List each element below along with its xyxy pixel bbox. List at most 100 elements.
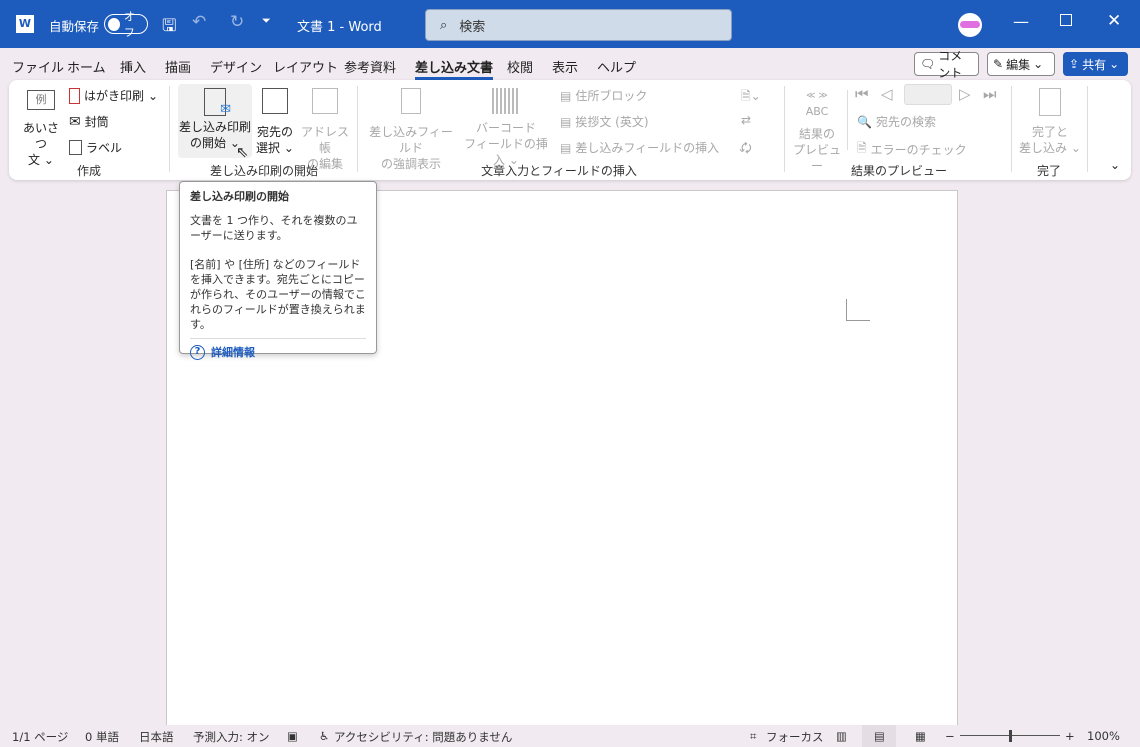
edit-mode-button[interactable]: ✎ 編集 ⌄ — [987, 52, 1055, 76]
page-count[interactable]: 1/1 ページ — [12, 729, 68, 745]
tab-design[interactable]: デザイン — [210, 57, 262, 76]
find-recipient-button[interactable]: 🔍 宛先の検索 — [857, 113, 936, 130]
find-icon: 🔍 — [857, 114, 872, 129]
collapse-ribbon-icon[interactable]: ⌄ — [1110, 158, 1120, 172]
start-label-2: の開始 — [190, 136, 227, 150]
first-record-icon[interactable]: ⏮ — [855, 85, 869, 103]
tab-view[interactable]: 表示 — [552, 57, 578, 76]
title-bar: W 自動保存 オフ 🖫 ↶ ↻ ⏷ 文書 1 - Word ⌕ 検索 — ✕ — [0, 0, 1140, 48]
zoom-out-icon[interactable]: − — [945, 729, 955, 743]
macro-icon[interactable]: ▣ — [287, 729, 298, 743]
greeting-icon: 例 — [27, 90, 55, 110]
zoom-level[interactable]: 100% — [1087, 729, 1120, 743]
customize-qat-icon[interactable]: ⏷ — [262, 14, 271, 28]
tab-home[interactable]: ホーム — [67, 57, 106, 76]
focus-mode[interactable]: フォーカス — [766, 729, 824, 745]
share-icon: ⇪ — [1069, 57, 1080, 71]
address-block-icon: ▤ — [560, 88, 572, 103]
preview-results-button[interactable]: ≪ ≫ ABC 結果の プレビュー — [789, 88, 845, 174]
mouse-cursor-icon: ⇖ — [236, 143, 249, 161]
address-block-button[interactable]: ▤ 住所ブロック — [560, 87, 647, 104]
print-layout-icon[interactable]: ▤ — [862, 725, 896, 747]
chevron-down-icon: ⌄ — [1033, 57, 1044, 71]
web-layout-icon[interactable]: ▦ — [915, 729, 926, 743]
envelope-button[interactable]: ✉ 封筒 — [69, 113, 109, 130]
tab-layout[interactable]: レイアウト — [273, 57, 338, 76]
minimize-icon[interactable]: — — [1013, 12, 1029, 31]
comment-button[interactable]: 🗨 コメント — [914, 49, 979, 80]
previous-record-icon[interactable]: ◁ — [881, 85, 893, 103]
avatar[interactable] — [958, 13, 982, 37]
learn-more-label: 詳細情報 — [211, 346, 255, 359]
last-record-icon[interactable]: ⏭ — [983, 85, 997, 103]
labels-button[interactable]: ラベル — [69, 139, 122, 156]
close-icon[interactable]: ✕ — [1107, 11, 1121, 31]
finish-merge-button[interactable]: 完了と 差し込み ⌄ — [1019, 88, 1081, 156]
greeting-label: あいさつ — [22, 121, 59, 151]
tab-review[interactable]: 校閲 — [507, 57, 533, 76]
autosave-toggle[interactable]: オフ — [104, 10, 148, 39]
edit-list-label: アドレス帳 — [300, 125, 349, 155]
ribbon: 例 あいさつ 文 ⌄ はがき印刷 ⌄ ✉ 封筒 ラベル 作成 ✉ 差し込み印刷 の… — [9, 80, 1131, 180]
share-label: 共有 — [1082, 57, 1107, 72]
preview-label-2: プレビュー — [792, 143, 841, 173]
save-icon[interactable]: 🖫 — [162, 13, 176, 42]
word-count[interactable]: 0 単語 — [85, 729, 119, 745]
group-label-create: 作成 — [76, 164, 101, 178]
labels-icon — [69, 140, 82, 155]
insert-field-label: 差し込みフィールドの挿入 — [575, 141, 720, 155]
zoom-in-icon[interactable]: + — [1065, 729, 1075, 743]
redo-icon[interactable]: ↻ — [230, 12, 244, 32]
language[interactable]: 日本語 — [139, 729, 174, 745]
barcode-label: バーコード — [475, 121, 536, 135]
highlight-fields-button[interactable]: 差し込みフィールド の強調表示 — [365, 88, 457, 172]
comment-icon: 🗨 — [920, 57, 936, 71]
greeting-line-button[interactable]: ▤ 挨拶文 (英文) — [560, 113, 649, 130]
search-placeholder: 検索 — [459, 19, 486, 35]
tab-draw[interactable]: 描画 — [165, 57, 191, 76]
barcode-button[interactable]: バーコード フィールドの挿入 ⌄ — [459, 88, 553, 168]
greeting-line-icon: ▤ — [560, 114, 572, 129]
recipients-icon — [262, 88, 288, 114]
share-button[interactable]: ⇪ 共有 ⌄ — [1063, 52, 1128, 76]
greeting-button[interactable]: 例 あいさつ 文 ⌄ — [19, 90, 63, 168]
greeting-label-2: 文 — [28, 153, 41, 167]
rules-icon[interactable]: 🗎⌄ — [741, 87, 761, 108]
help-icon: ? — [190, 345, 205, 360]
postcard-label: はがき印刷 — [84, 89, 145, 103]
finish-label-2: 差し込み — [1019, 141, 1068, 155]
finish-label: 完了と — [1031, 125, 1068, 139]
abc-icon: ABC — [805, 105, 829, 118]
search-icon: ⌕ — [440, 17, 448, 33]
check-errors-button[interactable]: 🗎 エラーのチェック — [857, 139, 967, 160]
undo-icon[interactable]: ↶ — [192, 12, 206, 32]
select-recipients-button[interactable]: 宛先の 選択 ⌄ — [254, 88, 296, 156]
find-label: 宛先の検索 — [875, 115, 936, 129]
group-label-fields: 文章入力とフィールドの挿入 — [481, 164, 637, 178]
tooltip: 差し込み印刷の開始 文書を 1 つ作り、それを複数のユーザーに送ります。 [名前… — [179, 181, 377, 360]
maximize-icon[interactable] — [1060, 14, 1072, 26]
learn-more-link[interactable]: ? 詳細情報 — [190, 338, 366, 360]
read-mode-icon[interactable]: ▥ — [836, 729, 847, 743]
tab-mailings[interactable]: 差し込み文書 — [415, 57, 494, 80]
word-logo-icon: W — [16, 15, 34, 33]
match-fields-icon[interactable]: ⇄ — [741, 113, 751, 127]
postcard-button[interactable]: はがき印刷 ⌄ — [69, 87, 158, 104]
insert-merge-field-button[interactable]: ▤ 差し込みフィールドの挿入 ⌄ — [560, 139, 747, 156]
start-label: 差し込み印刷 — [178, 120, 251, 134]
tab-file[interactable]: ファイル — [12, 57, 64, 76]
tab-references[interactable]: 参考資料 — [344, 57, 396, 76]
accessibility-status[interactable]: アクセシビリティ: 問題ありません — [334, 729, 512, 745]
tab-insert[interactable]: 挿入 — [120, 57, 146, 76]
tab-help[interactable]: ヘルプ — [597, 57, 636, 76]
check-errors-icon: 🗎 — [857, 141, 867, 155]
search-box[interactable]: ⌕ 検索 — [425, 9, 732, 41]
update-labels-icon[interactable]: 🗘 — [741, 139, 752, 160]
status-bar: 1/1 ページ 0 単語 日本語 予測入力: オン ▣ ♿ アクセシビリティ: … — [0, 725, 1140, 747]
next-record-icon[interactable]: ▷ — [959, 85, 971, 103]
edit-recipient-list-button[interactable]: アドレス帳 の編集 — [297, 88, 353, 172]
zoom-slider-thumb[interactable] — [1009, 730, 1012, 742]
text-predictions[interactable]: 予測入力: オン — [193, 729, 270, 745]
edit-list-icon — [312, 88, 338, 114]
record-number-input[interactable] — [904, 84, 952, 105]
